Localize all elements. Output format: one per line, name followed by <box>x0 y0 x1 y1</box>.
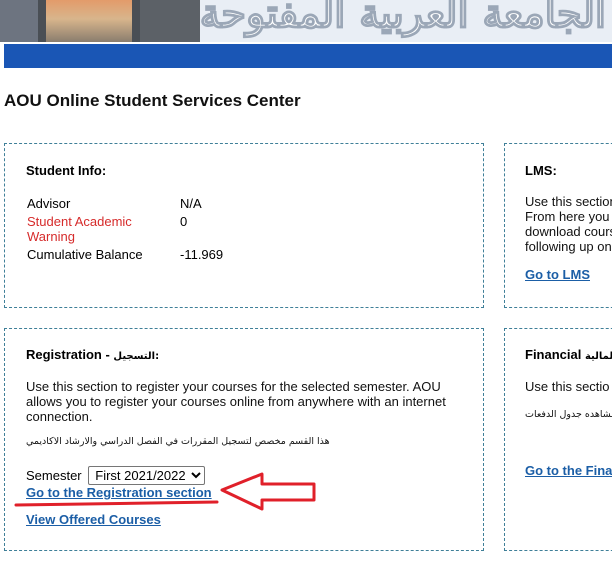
header-banner: الجامعة العربية المفتوحة <box>0 0 612 42</box>
registration-title-en: Registration - <box>26 347 114 362</box>
info-value: 0 <box>180 214 188 229</box>
header-blue-bar <box>4 44 612 68</box>
info-label: Advisor <box>27 196 71 211</box>
financial-panel: Financial المالية - Use this sectio مشاه… <box>504 328 612 551</box>
info-label: Cumulative Balance <box>27 247 143 262</box>
info-value: -11.969 <box>180 247 224 262</box>
go-to-registration-link[interactable]: Go to the Registration section <box>26 485 212 500</box>
registration-panel: Registration - التسجيل: Use this section… <box>4 328 484 551</box>
banner-window-image <box>38 0 140 42</box>
page-title: AOU Online Student Services Center <box>4 91 301 110</box>
financial-title-ar: المالية - <box>584 351 612 362</box>
lms-title: LMS: <box>525 163 557 178</box>
financial-description: Use this sectio <box>525 379 610 394</box>
banner-wall <box>140 0 200 42</box>
student-info-panel: Student Info: Advisor N/A Student Academ… <box>4 143 484 308</box>
banner-frame <box>38 0 46 42</box>
go-to-lms-link[interactable]: Go to LMS <box>525 267 590 282</box>
student-info-title: Student Info: <box>26 163 107 178</box>
lms-panel: LMS: Use this section From here you down… <box>504 143 612 308</box>
info-label-warning: Student Academic Warning <box>27 214 132 244</box>
financial-title-en: Financial <box>525 347 582 362</box>
banner-frame <box>132 0 140 42</box>
view-offered-courses-link[interactable]: View Offered Courses <box>26 512 161 527</box>
registration-title: Registration - التسجيل: <box>26 347 159 362</box>
registration-description-ar: هذا القسم مخصص لتسجيل المقررات في الفصل … <box>26 436 330 447</box>
university-logo-text: الجامعة العربية المفتوحة <box>199 0 607 38</box>
go-to-financial-link[interactable]: Go to the Fina <box>525 463 612 478</box>
info-value: N/A <box>180 196 202 211</box>
banner-photo <box>0 0 38 42</box>
lms-description: Use this section From here you download … <box>525 194 612 254</box>
financial-title: Financial المالية - <box>525 347 612 362</box>
financial-description-ar: مشاهده جدول الدفعات <box>525 409 612 420</box>
registration-title-ar: التسجيل: <box>113 351 160 362</box>
semester-select[interactable]: First 2021/2022 <box>88 466 206 485</box>
semester-row: Semester First 2021/2022 <box>26 466 206 485</box>
semester-label: Semester <box>26 468 82 483</box>
registration-description: Use this section to register your course… <box>26 379 446 424</box>
